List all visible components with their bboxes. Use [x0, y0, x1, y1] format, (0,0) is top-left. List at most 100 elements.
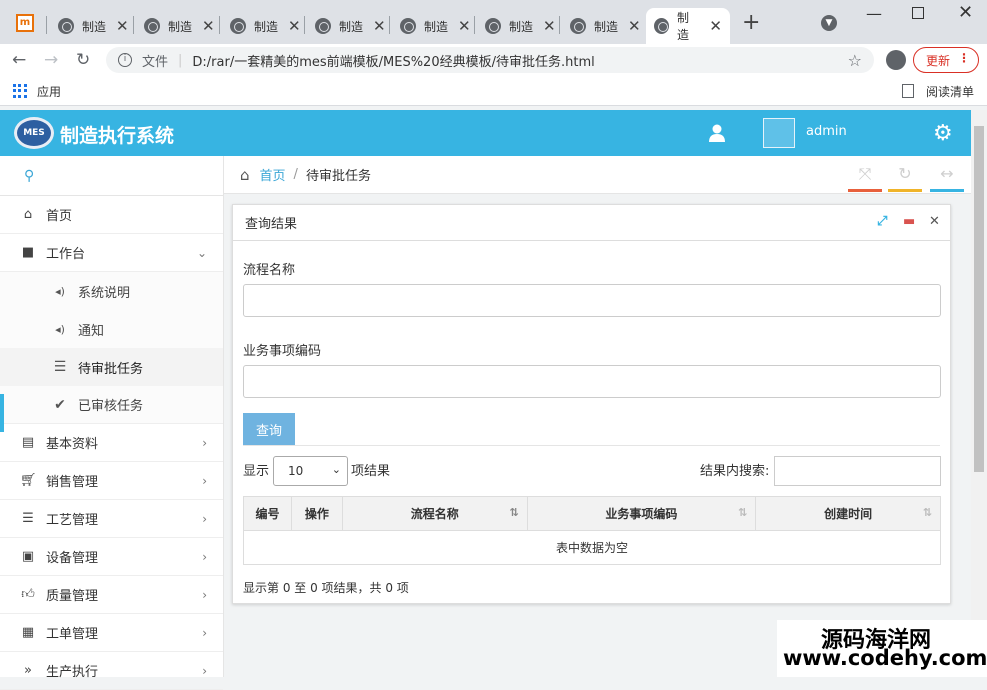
close-icon[interactable]: ✕ [929, 214, 940, 229]
user-avatar[interactable] [763, 118, 795, 148]
forward-icon: » [24, 663, 32, 678]
search-icon[interactable]: ⚲ [24, 168, 34, 184]
active-indicator [0, 394, 4, 432]
column-header-created-time[interactable]: 创建时间 ⇅ [755, 496, 941, 531]
panel-header: 查询结果 ⤢ ▬ ✕ [233, 205, 950, 241]
sidebar-item-production[interactable]: » 生产执行 › [0, 652, 223, 690]
new-tab-button[interactable]: + [742, 10, 760, 35]
sidebar: ⚲ ⌂ 首页 ■ 工作台 ⌄ ◂) 系统说明 ◂) 通知 ☰ 待审批任务 ✔ 已审核任务 ▤ 基… [0, 156, 224, 690]
app-favicon: m [16, 14, 34, 32]
page-scrollbar[interactable] [971, 110, 987, 677]
column-header-business-code[interactable]: 业务事项编码 ⇅ [526, 496, 757, 531]
update-button[interactable]: 更新 ⋮ [913, 47, 979, 73]
process-name-input[interactable] [243, 284, 941, 317]
username[interactable]: admin [806, 124, 847, 139]
globe-icon [570, 18, 586, 34]
close-tab-icon[interactable]: ✕ [288, 17, 301, 35]
browser-tab-active[interactable]: 制造 ✕ [646, 8, 730, 44]
sidebar-subitem-system-info[interactable]: ◂) 系统说明 [0, 272, 223, 310]
watermark: 源码海洋网 www.codehy.com [777, 620, 987, 677]
chevron-down-icon: ⌄ [196, 245, 207, 260]
sidebar-subitem-reviewed-tasks[interactable]: ✔ 已审核任务 [0, 386, 223, 424]
apps-grid-icon[interactable] [13, 84, 27, 98]
address-toolbar: ← → ↻ i 文件 | D:/rar/一套精美的mes前端模板/MES%20经… [0, 44, 987, 76]
close-tab-icon[interactable]: ✕ [543, 17, 556, 35]
column-header-id[interactable]: 编号 [243, 496, 292, 531]
close-tab-icon[interactable]: ✕ [628, 17, 641, 35]
expand-icon[interactable]: ⤢ [877, 214, 887, 229]
sort-icon: ⇅ [509, 506, 519, 519]
browser-tab[interactable]: 制造 ✕ [477, 8, 564, 44]
tab-search-icon[interactable]: ▼ [821, 15, 837, 31]
browser-tab[interactable]: 制造 ✕ [307, 8, 394, 44]
breadcrumb-home-link[interactable]: 首页 [260, 165, 286, 184]
user-icon[interactable] [708, 124, 726, 142]
page-size-select[interactable]: 10 ⌄ [273, 456, 348, 486]
more-vert-icon[interactable]: ⋮ [958, 51, 970, 65]
table-search-label: 结果内搜索: [700, 464, 770, 479]
sidebar-subitem-pending-tasks[interactable]: ☰ 待审批任务 [0, 348, 223, 386]
column-header-process-name[interactable]: 流程名称 ⇅ [341, 496, 528, 531]
th-list-icon: ☰ [53, 359, 67, 375]
reading-list-icon[interactable] [902, 84, 914, 98]
chevron-right-icon: › [202, 587, 207, 602]
collapse-icon[interactable]: ▬ [903, 214, 915, 229]
table-row: 表中数据为空 [243, 530, 941, 565]
process-name-label: 流程名称 [243, 263, 296, 278]
business-code-input[interactable] [243, 365, 941, 398]
close-tab-icon[interactable]: ✕ [709, 17, 722, 35]
sidebar-item-basic-data[interactable]: ▤ 基本资料 › [0, 424, 223, 462]
home-icon: ⌂ [23, 207, 33, 222]
column-header-action[interactable]: 操作 [290, 496, 343, 531]
close-tab-icon[interactable]: ✕ [116, 17, 129, 35]
sidebar-item-quality[interactable]: 👍︎ 质量管理 › [0, 576, 223, 614]
mes-logo: MES [14, 117, 54, 149]
globe-icon [144, 18, 160, 34]
forward-icon[interactable]: → [44, 50, 58, 70]
fullscreen-icon[interactable]: ⤧ [848, 164, 882, 192]
sidebar-item-work-order[interactable]: ▦ 工单管理 › [0, 614, 223, 652]
chevron-right-icon: › [202, 625, 207, 640]
browser-tab[interactable]: 制造 ✕ [562, 8, 649, 44]
reload-icon[interactable]: ↻ [76, 50, 90, 70]
reading-list-button[interactable]: 阅读清单 [926, 83, 974, 100]
query-results-panel: 查询结果 ⤢ ▬ ✕ 流程名称 业务事项编码 查询 显示 10 ⌄ 项结果 结果内… [232, 204, 951, 604]
gear-icon[interactable]: ⚙ [933, 121, 953, 146]
sidebar-item-workbench[interactable]: ■ 工作台 ⌄ [0, 234, 223, 272]
sidebar-item-home[interactable]: ⌂ 首页 [0, 196, 223, 234]
scrollbar-thumb[interactable] [974, 126, 984, 472]
profile-avatar-icon[interactable] [886, 50, 906, 70]
info-icon[interactable]: i [118, 53, 132, 67]
back-icon[interactable]: ← [12, 50, 26, 70]
minimize-icon[interactable]: — [866, 4, 882, 23]
close-tab-icon[interactable]: ✕ [202, 17, 215, 35]
browser-tab[interactable]: 制造 ✕ [50, 8, 137, 44]
bookmark-star-icon[interactable]: ☆ [848, 51, 862, 70]
sidebar-search[interactable]: ⚲ [0, 156, 223, 196]
close-tab-icon[interactable]: ✕ [373, 17, 386, 35]
expand-width-icon[interactable]: ↔ [930, 164, 964, 192]
sidebar-item-process[interactable]: ☰ 工艺管理 › [0, 500, 223, 538]
close-tab-icon[interactable]: ✕ [458, 17, 471, 35]
sidebar-subitem-notice[interactable]: ◂) 通知 [0, 310, 223, 348]
address-bar[interactable]: i 文件 | D:/rar/一套精美的mes前端模板/MES%20经典模板/待审… [106, 47, 874, 73]
sidebar-item-sales[interactable]: 🛒︎ 销售管理 › [0, 462, 223, 500]
cart-icon: 🛒︎ [20, 473, 37, 488]
browser-tab[interactable]: 制造 ✕ [392, 8, 479, 44]
close-window-icon[interactable]: ✕ [958, 2, 973, 23]
browser-tab[interactable]: 制造 ✕ [136, 8, 223, 44]
query-button[interactable]: 查询 [243, 413, 295, 445]
refresh-icon[interactable]: ↻ [888, 164, 922, 192]
maximize-icon[interactable] [912, 7, 924, 19]
apps-bookmark[interactable]: 应用 [37, 83, 61, 100]
browser-tab[interactable]: 制造 ✕ [222, 8, 309, 44]
list-alt-icon: ▤ [21, 435, 35, 450]
main-content: ⌂ 首页 / 待审批任务 ⤧ ↻ ↔ 查询结果 ⤢ ▬ ✕ 流程名称 业务事项编… [224, 156, 971, 677]
table-search-input[interactable] [774, 456, 941, 486]
globe-icon [400, 18, 416, 34]
volume-icon: ◂) [55, 284, 65, 298]
sidebar-item-equipment[interactable]: ▣ 设备管理 › [0, 538, 223, 576]
chevron-right-icon: › [202, 435, 207, 450]
app-title: 制造执行系统 [60, 125, 175, 147]
app-window: MES 制造执行系统 admin ⚙ ⚲ ⌂ 首页 ■ 工作台 ⌄ ◂) 系统说明 ◂)… [0, 110, 987, 690]
